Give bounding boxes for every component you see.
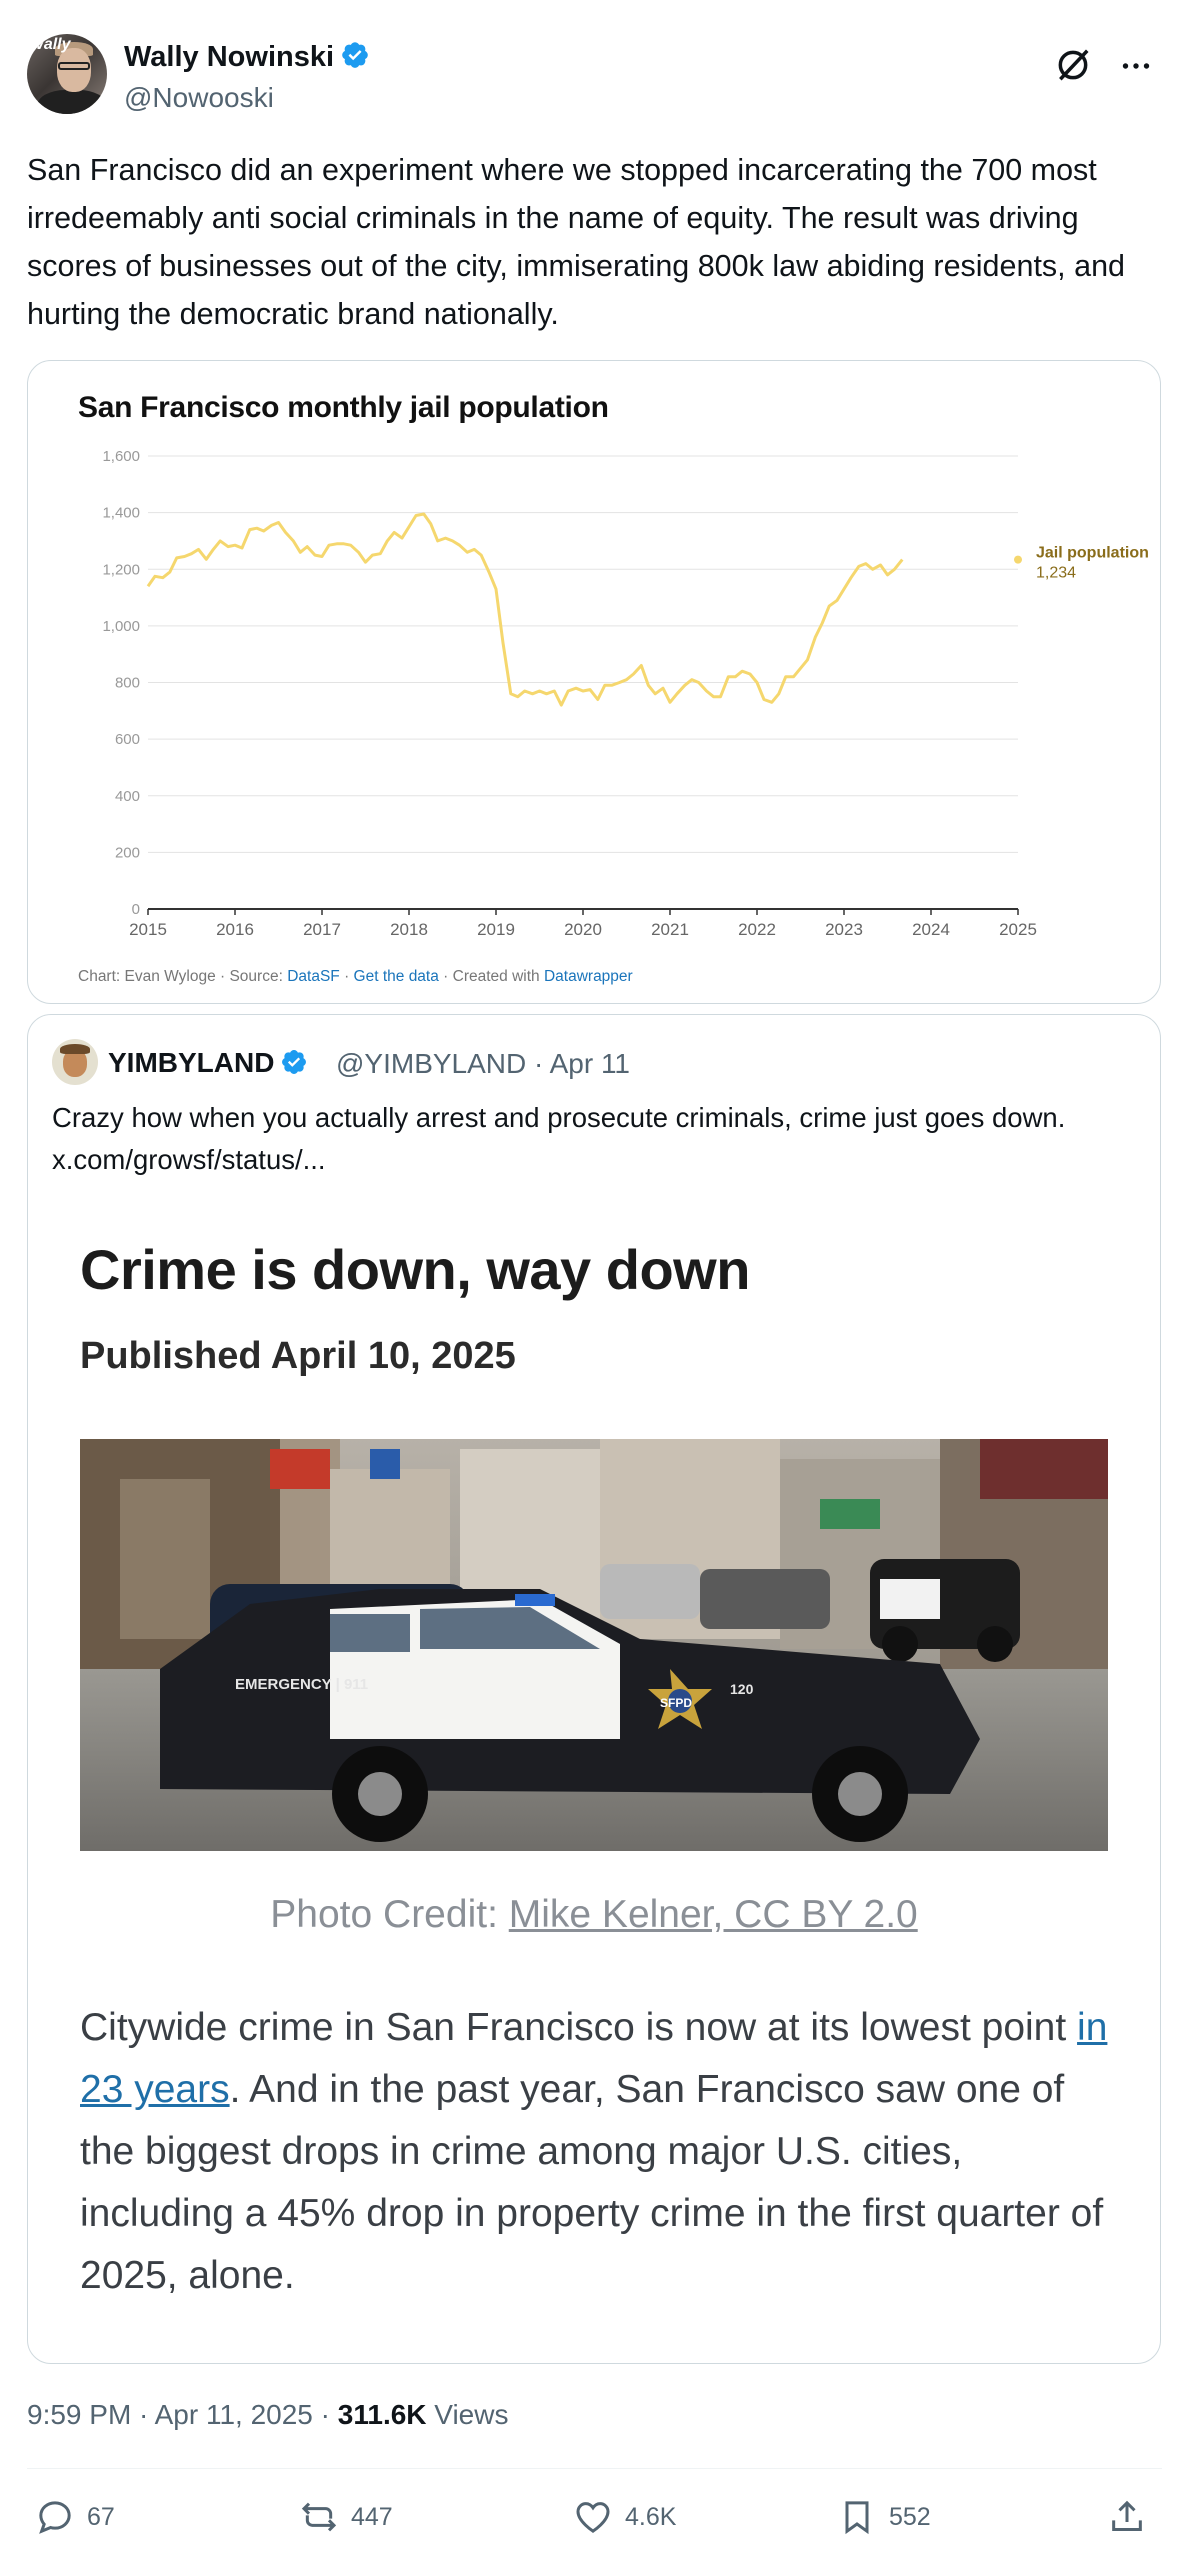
chart-footer: Chart: Evan Wyloge · Source: DataSF · Ge… (78, 968, 633, 986)
y-tick-label: 800 (115, 675, 140, 692)
photo-credit: Photo Credit: Mike Kelner, CC BY 2.0 (28, 1893, 1160, 1937)
source-link[interactable]: DataSF (287, 968, 340, 985)
like-button[interactable]: 4.6K (573, 2492, 676, 2542)
reply-button[interactable]: 67 (35, 2492, 115, 2542)
x-tick-label: 2017 (303, 920, 341, 939)
quoted-date[interactable]: · Apr 11 (534, 1048, 630, 1079)
tweet-time[interactable]: 9:59 PM · Apr 11, 2025 · (27, 2399, 338, 2430)
grok-icon[interactable] (1054, 46, 1092, 84)
article-body-part1: Citywide crime in San Francisco is now a… (80, 2006, 1078, 2049)
author-avatar[interactable]: Wally (27, 34, 107, 114)
datawrapper-link[interactable]: Datawrapper (544, 968, 633, 985)
y-tick-label: 1,600 (102, 448, 140, 465)
reply-icon (39, 2501, 71, 2534)
views-count: 311.6K (337, 2399, 427, 2430)
chart-footer-prefix: Chart: Evan Wyloge · Source: (78, 968, 288, 985)
series-line-jail-population (146, 512, 904, 707)
photo-credit-prefix: Photo Credit: (270, 1893, 509, 1936)
y-tick-label: 400 (115, 788, 140, 805)
more-icon[interactable] (1118, 48, 1154, 84)
y-tick-label: 1,400 (102, 505, 140, 522)
x-tick-label: 2025 (999, 920, 1037, 939)
tweet-header: Wally Wally Nowinski @Nowooski (27, 34, 1162, 124)
quoted-avatar[interactable] (52, 1039, 98, 1085)
y-tick-label: 200 (115, 844, 140, 861)
like-count: 4.6K (625, 2502, 677, 2531)
quoted-text: Crazy how when you actually arrest and p… (52, 1102, 1066, 1175)
article-published-date: Published April 10, 2025 (80, 1335, 516, 1377)
police-car-photo: SFPD EMERGENCY | 911 120 (80, 1439, 1108, 1851)
x-tick-label: 2024 (912, 920, 950, 939)
photo-credit-link[interactable]: Mike Kelner, CC BY 2.0 (509, 1893, 918, 1936)
quoted-author-name-text[interactable]: YIMBYLAND (108, 1047, 274, 1078)
x-tick-label: 2022 (738, 920, 776, 939)
share-icon (1112, 2500, 1142, 2531)
divider (27, 2468, 1162, 2469)
x-tick-label: 2018 (390, 920, 428, 939)
photo-badge-text: SFPD (660, 1696, 692, 1710)
x-tick-label: 2023 (825, 920, 863, 939)
y-tick-label: 1,200 (102, 561, 140, 578)
tweet-timestamp: 9:59 PM · Apr 11, 2025 · 311.6K Views (27, 2399, 508, 2431)
bookmark-count: 552 (889, 2502, 931, 2531)
photo-illustration: SFPD EMERGENCY | 911 120 (80, 1439, 1108, 1851)
author-name[interactable]: Wally Nowinski (124, 40, 370, 74)
x-tick-label: 2021 (651, 920, 689, 939)
jail-population-chart: 0 200 400 600 800 1,000 1,200 1,400 1,600 2015 201… (102, 448, 1149, 939)
series-label: Jail population (1036, 545, 1149, 562)
y-tick-label: 1,000 (102, 618, 140, 635)
x-tick-label: 2015 (129, 920, 167, 939)
y-tick-label: 600 (115, 731, 140, 748)
quoted-meta: @YIMBYLAND · Apr 11 (336, 1048, 630, 1080)
x-tick-label: 2019 (477, 920, 515, 939)
tweet-text: San Francisco did an experiment where we… (27, 153, 1125, 331)
photo-car-text: EMERGENCY | 911 (235, 1676, 368, 1693)
verified-badge-icon (342, 42, 368, 68)
series-last-value-label: 1,234 (1036, 565, 1076, 582)
repost-count: 447 (351, 2502, 393, 2531)
author-handle[interactable]: @Nowooski (124, 82, 274, 114)
quoted-author-name[interactable]: YIMBYLAND (108, 1047, 308, 1079)
x-tick-label: 2020 (564, 920, 602, 939)
article-headline: Crime is down, way down (80, 1238, 750, 1301)
article-body: Citywide crime in San Francisco is now a… (80, 1997, 1120, 2307)
chart-footer-sep: · (339, 968, 354, 985)
chart-footer-created: · Created with (438, 968, 544, 985)
author-name-text[interactable]: Wally Nowinski (124, 41, 334, 73)
get-data-link[interactable]: Get the data (354, 968, 439, 985)
share-button[interactable] (1107, 2492, 1159, 2542)
chart-image-card[interactable]: San Francisco monthly jail population 02… (27, 360, 1161, 1004)
like-icon (576, 2502, 610, 2533)
repost-button[interactable]: 447 (299, 2492, 393, 2542)
series-end-point (1014, 555, 1022, 564)
article-body-part2: . And in the past year, San Francisco sa… (80, 2068, 1104, 2297)
quoted-handle[interactable]: @YIMBYLAND (336, 1048, 526, 1079)
bookmark-icon (845, 2501, 869, 2535)
bookmark-button[interactable]: 552 (837, 2492, 931, 2542)
reply-count: 67 (87, 2502, 115, 2531)
photo-car-number: 120 (730, 1681, 754, 1697)
y-tick-label: 0 (132, 901, 140, 918)
x-tick-label: 2016 (216, 920, 254, 939)
verified-badge-icon (282, 1050, 307, 1074)
quoted-tweet[interactable]: YIMBYLAND @YIMBYLAND · Apr 11 Crazy how … (27, 1014, 1161, 2364)
repost-icon (301, 2502, 337, 2532)
action-bar: 67 447 4.6K 552 (27, 2492, 1162, 2542)
views-label: Views (426, 2399, 509, 2430)
